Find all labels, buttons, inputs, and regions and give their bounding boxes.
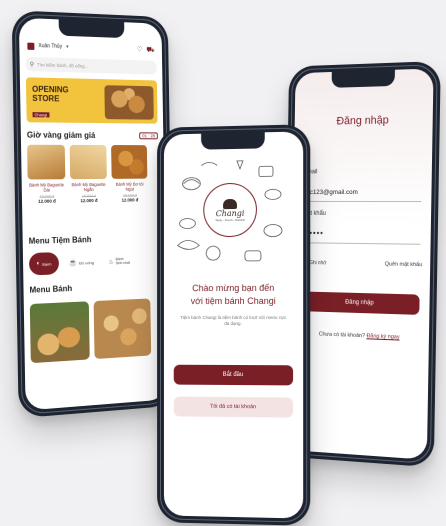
product-image	[27, 144, 66, 180]
product-name: Bánh Mỳ Bơ tỏi Ngọt	[115, 181, 144, 192]
store-selector[interactable]: Xuân Thủy	[38, 43, 62, 50]
app-logo-icon	[27, 42, 35, 50]
welcome-description: Tiệm bánh Changi là tiệm bánh có lượt vớ…	[180, 314, 287, 327]
no-account-text: Chưa có tài khoản?	[318, 331, 366, 340]
menu-chip-label: Bánh	[42, 260, 52, 267]
menu-heading: Menu Tiệm Bánh	[28, 235, 92, 246]
bread-icon: ◐	[36, 260, 41, 268]
banner-tag: Changi	[32, 112, 50, 118]
menu-chip-birthday-cake[interactable]: ♨ Bánh Sinh nhật	[103, 250, 136, 273]
product-image	[69, 144, 107, 180]
cup-icon: ☕	[68, 259, 78, 267]
notch	[201, 132, 266, 150]
product-name: Bánh Mỳ Baguette Ngắn	[71, 181, 106, 193]
menu-chip-drinks[interactable]: ☕ Đồ uống	[64, 251, 99, 274]
logo-tagline: Tasty - Fresh - Natural	[215, 217, 245, 222]
register-link[interactable]: Đăng ký ngay	[366, 333, 399, 340]
search-input[interactable]: Tìm kiếm bánh, đồ uống...	[37, 62, 88, 69]
menu-bread-heading: Menu Bánh	[29, 283, 73, 295]
banner-subtitle: STORE	[32, 93, 60, 104]
product-card[interactable]: Bánh Mỳ Baguette Ngắn 15.000 đ 12.000 đ	[69, 144, 108, 204]
search-bar[interactable]: ⚲ Tìm kiếm bánh, đồ uống...	[25, 56, 157, 75]
phone-home: Xuân Thủy ▾ ♡ ⛟ ⚲ Tìm kiếm bánh, đồ uống…	[11, 10, 175, 419]
promo-banner[interactable]: OPENING STORE Changi	[25, 77, 158, 124]
login-title: Đăng nhập	[336, 114, 389, 128]
product-price: 12.000 đ	[80, 197, 98, 204]
product-image	[111, 145, 148, 179]
deals-heading: Giờ vàng giảm giá	[26, 130, 96, 140]
logo-title: Changi	[215, 208, 245, 218]
email-input-value: abc123@gmail.com	[302, 188, 358, 197]
menu-chip-label: Bánh Sinh nhật	[115, 257, 130, 266]
notch	[58, 19, 125, 39]
product-price: 12.000 đ	[121, 197, 139, 203]
notification-icon[interactable]: ♡	[137, 45, 143, 53]
login-screen: Đăng nhập Email abc123@gmail.com Mật khẩ…	[289, 68, 434, 460]
bread-photo[interactable]	[93, 298, 152, 360]
welcome-heading-2: với tiệm bánh Changi	[190, 295, 276, 307]
phone-welcome: Changi Tasty - Fresh - Natural Chào mừng…	[157, 124, 311, 526]
search-icon: ⚲	[29, 61, 35, 68]
welcome-heading-1: Chào mừng bạn đến	[192, 282, 275, 294]
login-button[interactable]: Đăng nhập	[300, 291, 420, 315]
password-field[interactable]: ••••••	[302, 222, 421, 245]
bakery-illustration: Changi Tasty - Fresh - Natural	[170, 152, 297, 272]
welcome-screen: Changi Tasty - Fresh - Natural Chào mừng…	[163, 131, 304, 519]
start-button[interactable]: Bắt đầu	[173, 364, 294, 386]
forgot-password-link[interactable]: Quên mật khẩu	[385, 261, 422, 268]
menu-chip-label: Đồ uống	[79, 259, 94, 266]
cart-icon[interactable]: ⛟	[146, 45, 154, 54]
cake-icon: ♨	[108, 258, 114, 266]
email-field[interactable]: abc123@gmail.com	[302, 180, 422, 203]
home-screen: Xuân Thủy ▾ ♡ ⛟ ⚲ Tìm kiếm bánh, đồ uống…	[18, 17, 168, 411]
product-name: Bánh Mỳ Baguette Dài	[29, 182, 65, 193]
product-price: 12.000 đ	[38, 198, 56, 204]
bread-image	[104, 85, 154, 120]
remember-label: Ghi nhớ	[309, 260, 327, 267]
bread-photo[interactable]	[29, 301, 90, 364]
product-card[interactable]: Bánh Mỳ Baguette Dài 15.000 đ 12.000 đ	[27, 144, 66, 204]
chef-hat-icon	[223, 198, 237, 209]
product-card[interactable]: Bánh Mỳ Bơ tỏi Ngọt 15.000 đ 12.000 đ	[111, 145, 148, 203]
have-account-button[interactable]: Tôi đã có tài khoản	[173, 396, 294, 418]
notch	[331, 69, 396, 88]
menu-chip-bread[interactable]: ◐ Bánh	[28, 252, 60, 276]
deals-timer: 01 : 28	[139, 132, 158, 140]
chevron-down-icon: ▾	[66, 43, 69, 51]
